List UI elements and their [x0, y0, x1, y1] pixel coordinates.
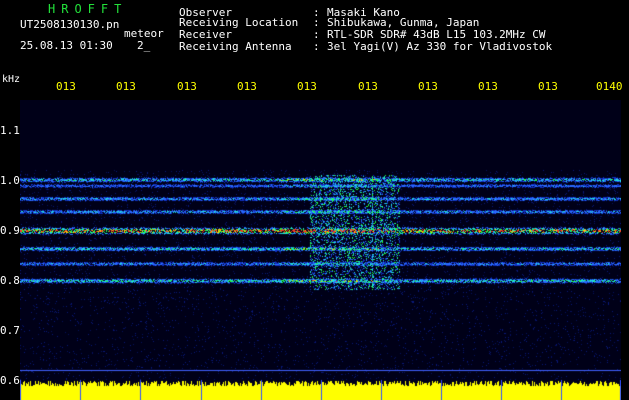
info-value-receiver: RTL-SDR SDR# 43dB L15 103.2MHz CW: [327, 28, 546, 41]
y-tick-label: 0.7: [0, 324, 20, 337]
x-tick-label: 013: [177, 80, 197, 93]
info-value-antenna: 3el Yagi(V) Az 330 for Vladivostok: [327, 40, 553, 53]
x-tick-label: 013: [297, 80, 317, 93]
x-tick-label: 013: [538, 80, 558, 93]
file-label: meteor: [124, 27, 164, 40]
info-colon: :: [313, 16, 320, 29]
y-tick-label: 1.1: [0, 124, 20, 137]
x-tick-label: 013: [237, 80, 257, 93]
x-tick-label: 013: [478, 80, 498, 93]
x-tick-label: 0140: [596, 80, 623, 93]
spectrogram-canvas: [20, 100, 621, 400]
x-tick-label: 013: [418, 80, 438, 93]
x-tick-label: 013: [358, 80, 378, 93]
info-label-receiver: Receiver: [179, 28, 232, 41]
timestamp-extra: 2_: [137, 39, 151, 52]
info-colon: :: [313, 40, 320, 53]
y-axis-unit: kHz: [2, 74, 21, 85]
info-label-location: Receiving Location: [179, 16, 299, 29]
info-colon: :: [313, 28, 320, 41]
x-tick-label: 013: [116, 80, 136, 93]
x-tick-label: 013: [56, 80, 76, 93]
y-tick-label: 1.0: [0, 174, 20, 187]
info-label-antenna: Receiving Antenna: [179, 40, 292, 53]
spectrogram-plot: [20, 100, 621, 400]
file-name: UT2508130130.pn: [20, 18, 120, 31]
app-title: HROFFT: [48, 2, 128, 16]
y-tick-label: 0.6: [0, 374, 20, 387]
y-tick-label: 0.8: [0, 274, 20, 287]
info-value-location: Shibukawa, Gunma, Japan: [327, 16, 480, 29]
timestamp: 25.08.13 01:30: [20, 39, 113, 52]
y-tick-label: 0.9: [0, 224, 20, 237]
